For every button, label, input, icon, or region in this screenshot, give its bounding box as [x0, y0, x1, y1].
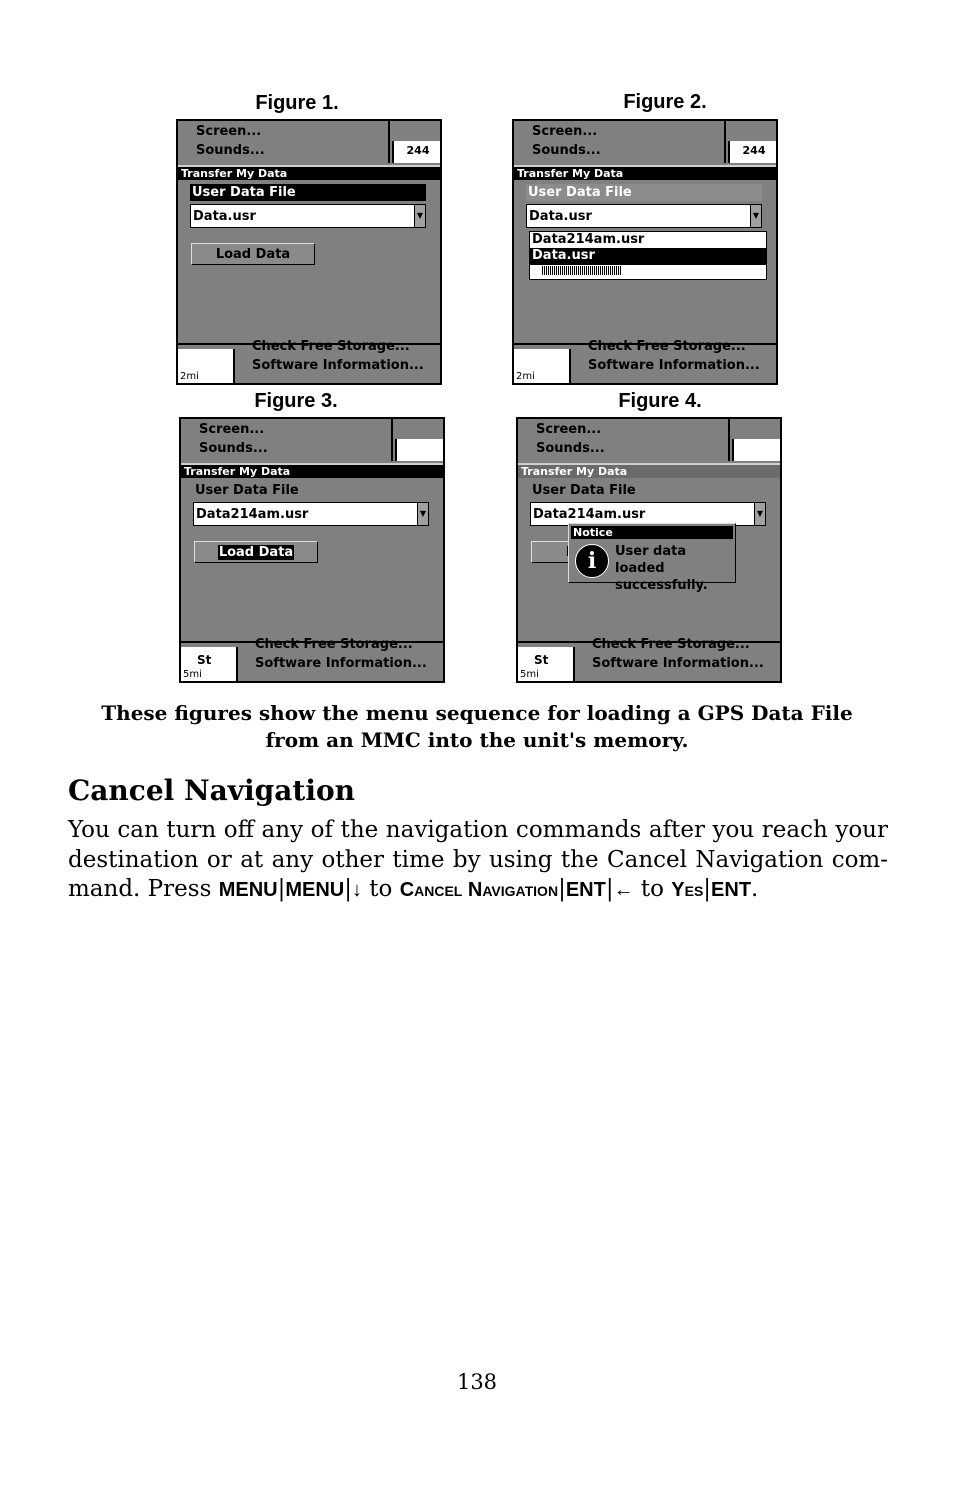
caption-line: from an MMC into the unit's memory. [265, 728, 689, 752]
file-list: Data214am.usr Data.usr [529, 231, 767, 280]
menu-item-software-information: Software Information... [592, 656, 764, 671]
figure-1-label: Figure 1. [255, 92, 339, 114]
figure-2-label: Figure 2. [623, 91, 707, 113]
body-text: to [361, 876, 400, 902]
load-data-button[interactable]: Load Data [191, 243, 315, 265]
figure-1-screen: Screen... Sounds... 244 Transfer My Data… [176, 119, 442, 385]
menu-item-sounds: Sounds... [532, 143, 601, 158]
command-cancel-navigation: Cancel Navigation [399, 879, 559, 901]
map-scale: 5mi [183, 669, 202, 680]
separator: | [703, 876, 712, 902]
notice-message: User data loaded successfully. [615, 543, 735, 594]
body-text: . [751, 876, 759, 902]
user-data-file-label: User Data File [526, 184, 762, 201]
dialog-title: Transfer My Data [178, 165, 440, 180]
map-inset-white [732, 439, 780, 461]
figure-4-label: Figure 4. [618, 390, 702, 412]
menu-item-software-information: Software Information... [255, 656, 427, 671]
page-number: 138 [456, 1370, 498, 1394]
file-dropdown[interactable]: Data.usr ▼ [190, 204, 426, 228]
separator: | [558, 876, 566, 902]
menu-item-software-information: Software Information... [588, 358, 760, 373]
key-menu: MENU [285, 879, 345, 901]
user-data-file-label: User Data File [190, 184, 426, 201]
highway-badge: 244 [728, 141, 776, 163]
highway-badge: 244 [392, 141, 440, 163]
notice-title: Notice [571, 526, 733, 539]
manual-page: Figure 1. Screen... Sounds... 244 Transf… [0, 0, 954, 1487]
menu-item-check-free-storage: Check Free Storage... [252, 339, 410, 354]
load-data-button[interactable]: Load Data [194, 541, 318, 563]
scrollbar-thumb[interactable] [542, 266, 622, 275]
info-icon: i [575, 544, 609, 578]
menu-item-check-free-storage: Check Free Storage... [255, 637, 413, 652]
menu-item-screen: Screen... [199, 422, 265, 437]
map-thumbnail: St 5mi [518, 647, 575, 681]
section-heading: Cancel Navigation [68, 774, 355, 807]
separator: | [344, 876, 352, 902]
notice-line: User data loaded [615, 544, 687, 576]
menu-item-sounds: Sounds... [536, 441, 605, 456]
chevron-down-icon[interactable]: ▼ [414, 205, 425, 227]
map-inset [728, 419, 780, 461]
notice-line: successfully. [615, 578, 708, 593]
dialog-title: Transfer My Data [514, 165, 776, 180]
map-inset [391, 419, 443, 461]
menu-item-screen: Screen... [196, 124, 262, 139]
list-item[interactable]: Data214am.usr [530, 232, 766, 248]
menu-item-screen: Screen... [532, 124, 598, 139]
menu-item-sounds: Sounds... [196, 143, 265, 158]
map-label: St [197, 653, 212, 667]
map-inset: 244 [388, 121, 440, 163]
file-dropdown[interactable]: Data214am.usr ▼ [193, 502, 429, 526]
user-data-file-label: User Data File [532, 483, 636, 498]
file-dropdown[interactable]: Data.usr ▼ [526, 204, 762, 228]
left-arrow-icon: ← [613, 879, 634, 901]
menu-item-software-information: Software Information... [252, 358, 424, 373]
menu-item-sounds: Sounds... [199, 441, 268, 456]
horizontal-scrollbar[interactable] [530, 264, 766, 276]
section-body: You can turn off any of the navigation c… [68, 816, 888, 906]
map-scale: 5mi [520, 669, 539, 680]
body-text: to [633, 876, 672, 902]
load-data-label-selected: Load Data [217, 545, 295, 560]
dialog-title: Transfer My Data [518, 463, 780, 478]
figure-3-screen: Screen... Sounds... Transfer My Data Use… [179, 417, 445, 683]
figure-3-label: Figure 3. [254, 390, 338, 412]
dialog-title: Transfer My Data [181, 463, 443, 478]
dropdown-value: Data.usr [529, 209, 592, 224]
map-thumbnail: 2mi [178, 349, 235, 383]
dropdown-value: Data.usr [193, 209, 256, 224]
key-menu: MENU [218, 879, 278, 901]
notice-dialog: Notice i User data loaded successfully. [568, 523, 736, 593]
caption-line: These figures show the menu sequence for… [101, 701, 853, 725]
map-thumbnail: St 5mi [181, 647, 238, 681]
figure-caption: These figures show the menu sequence for… [60, 700, 894, 754]
command-yes: Yes [671, 879, 704, 901]
key-ent: ENT [565, 879, 606, 901]
map-inset: 244 [724, 121, 776, 163]
chevron-down-icon[interactable]: ▼ [417, 503, 428, 525]
down-arrow-icon: ↓ [351, 879, 362, 901]
map-thumbnail: 2mi [514, 349, 571, 383]
separator: | [605, 876, 614, 902]
figure-4-screen: Screen... Sounds... Transfer My Data Use… [516, 417, 782, 683]
dropdown-value: Data214am.usr [196, 507, 309, 522]
map-label: St [534, 653, 549, 667]
chevron-down-icon[interactable]: ▼ [750, 205, 761, 227]
dropdown-value: Data214am.usr [533, 507, 646, 522]
map-scale: 2mi [516, 371, 535, 382]
menu-item-screen: Screen... [536, 422, 602, 437]
menu-item-check-free-storage: Check Free Storage... [588, 339, 746, 354]
key-ent: ENT [711, 879, 752, 901]
figure-2-screen: Screen... Sounds... 244 Transfer My Data… [512, 119, 778, 385]
user-data-file-label: User Data File [195, 483, 299, 498]
list-item-selected[interactable]: Data.usr [530, 248, 766, 264]
menu-item-check-free-storage: Check Free Storage... [592, 637, 750, 652]
map-inset-white [395, 439, 443, 461]
map-scale: 2mi [180, 371, 199, 382]
chevron-down-icon[interactable]: ▼ [754, 503, 765, 525]
